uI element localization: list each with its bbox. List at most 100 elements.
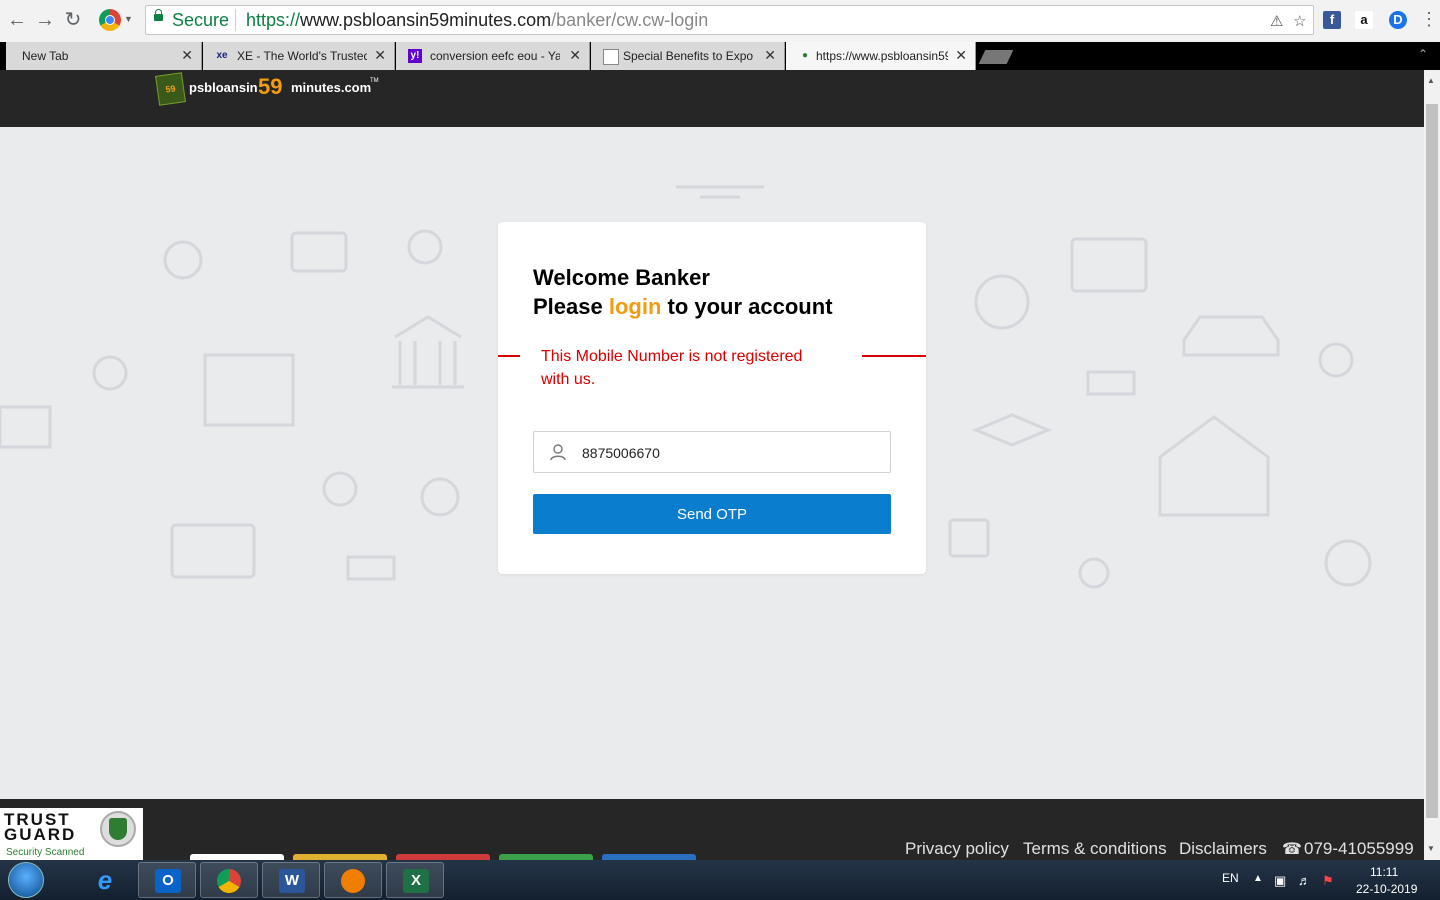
- chart-board-icon: [0, 405, 52, 449]
- monitor-icon: [170, 523, 256, 579]
- taskbar-chrome[interactable]: [200, 862, 258, 898]
- taskbar-excel[interactable]: X: [386, 862, 444, 898]
- tab-title: conversion eefc eou - Yaho: [430, 49, 560, 63]
- taskbar-outlook[interactable]: O: [138, 862, 196, 898]
- send-otp-button[interactable]: Send OTP: [533, 494, 891, 534]
- trust-guard-badge[interactable]: TRUST GUARD Security Scanned: [0, 808, 143, 860]
- terms-link[interactable]: Terms & conditions: [1023, 839, 1167, 859]
- xe-icon: xe: [216, 50, 228, 61]
- subheading-suffix: to your account: [661, 294, 833, 319]
- network-icon[interactable]: ▣: [1274, 873, 1286, 889]
- graduation-cap-icon: [972, 413, 1052, 447]
- windows-taskbar: e O W X EN ▲ ▣ ♬ ⚑ 11:11 22-10-2019: [0, 860, 1440, 900]
- excel-icon: X: [403, 869, 429, 893]
- page-icon: [603, 49, 619, 65]
- chrome-icon[interactable]: [99, 9, 121, 31]
- house-icon: [1158, 415, 1270, 517]
- reload-icon[interactable]: ↻: [62, 9, 84, 31]
- url-path: /banker/cw.cw-login: [551, 10, 709, 30]
- new-tab-button[interactable]: [978, 50, 1014, 64]
- forward-arrow-icon[interactable]: →: [34, 9, 56, 31]
- user-icon: [163, 240, 203, 280]
- privacy-policy-link[interactable]: Privacy policy: [905, 839, 1009, 859]
- shop-icon: [203, 353, 295, 427]
- scroll-thumb[interactable]: [1426, 104, 1438, 818]
- amazon-icon[interactable]: a: [1355, 11, 1373, 29]
- facebook-icon[interactable]: f: [1323, 11, 1341, 29]
- language-indicator[interactable]: EN: [1222, 871, 1239, 885]
- money-bag-icon: [1324, 539, 1372, 587]
- volume-icon[interactable]: ♬: [1298, 873, 1311, 888]
- shield-icon: [100, 811, 136, 847]
- login-card: Welcome Banker Please login to your acco…: [498, 222, 926, 574]
- url-text[interactable]: https://www.psbloansin59minutes.com/bank…: [246, 10, 708, 31]
- taskbar-vlc[interactable]: [324, 862, 382, 898]
- close-icon[interactable]: ✕: [764, 47, 776, 64]
- close-icon[interactable]: ✕: [955, 47, 967, 64]
- welcome-heading: Welcome Banker: [533, 265, 710, 290]
- trust-guard-subtitle: Security Scanned: [6, 847, 85, 858]
- card-icon: [290, 231, 348, 273]
- tab-psbloans[interactable]: ● https://www.psbloansin59m ✕: [786, 42, 976, 70]
- tab-xe[interactable]: xe XE - The World's Trusted C ✕: [203, 42, 395, 70]
- team-icon: [974, 274, 1030, 330]
- tab-title: https://www.psbloansin59m: [816, 49, 948, 63]
- taskbar-ie[interactable]: e: [76, 862, 134, 898]
- tab-strip: New Tab ✕ xe XE - The World's Trusted C …: [0, 42, 1440, 70]
- chevron-down-icon[interactable]: ▼: [124, 14, 133, 24]
- menu-dots-icon[interactable]: ⋮: [1420, 9, 1438, 30]
- browser-toolbar: ← → ↻ ▼ Secure https://www.psbloansin59m…: [0, 0, 1440, 43]
- scroll-down-icon[interactable]: ▼: [1427, 844, 1435, 853]
- phone-icon: ☎: [1282, 841, 1302, 858]
- close-icon[interactable]: ✕: [569, 47, 581, 64]
- clock-time[interactable]: 11:11: [1370, 865, 1398, 879]
- internet-explorer-icon: e: [97, 865, 113, 895]
- bookmark-star-icon[interactable]: ☆: [1293, 12, 1306, 30]
- chevron-up-icon[interactable]: ▲: [1253, 873, 1263, 884]
- outlook-icon: O: [155, 869, 181, 893]
- blocked-popup-icon[interactable]: ⚠: [1270, 12, 1283, 30]
- url-divider: [235, 9, 236, 31]
- clock-date[interactable]: 22-10-2019: [1356, 882, 1417, 896]
- url-host: www.psbloansin59minutes.com: [300, 10, 552, 30]
- phone-number[interactable]: 079-41055999: [1304, 839, 1414, 859]
- chevron-up-icon[interactable]: ⌃: [1418, 47, 1428, 61]
- taskbar-word[interactable]: W: [262, 862, 320, 898]
- tab-yahoo[interactable]: y! conversion eefc eou - Yaho ✕: [396, 42, 590, 70]
- logo-badge[interactable]: 59: [155, 72, 186, 106]
- lock-icon: [154, 9, 163, 21]
- disclaimers-link[interactable]: Disclaimers: [1179, 839, 1267, 859]
- logo-domain[interactable]: minutes.com: [291, 80, 371, 95]
- login-subheading: Please login to your account: [533, 294, 833, 320]
- logo-text[interactable]: psbloansin: [189, 80, 258, 95]
- tab-title: XE - The World's Trusted C: [237, 49, 367, 63]
- banknote-icon: [1086, 370, 1136, 396]
- error-divider-right: [862, 355, 926, 357]
- wings-icon: [676, 185, 764, 199]
- close-icon[interactable]: ✕: [181, 47, 193, 64]
- tab-special-benefits[interactable]: Special Benefits to Export O ✕: [591, 42, 785, 70]
- mobile-number-input[interactable]: [580, 432, 884, 474]
- coin-icon: [1078, 557, 1110, 589]
- psb-icon: ●: [801, 50, 809, 61]
- logo-number[interactable]: 59: [258, 74, 282, 100]
- url-scheme: https://: [246, 10, 301, 30]
- tab-new-tab[interactable]: New Tab ✕: [6, 42, 202, 70]
- tab-title: New Tab: [22, 49, 69, 63]
- windows-start-icon[interactable]: [8, 862, 44, 898]
- scroll-up-icon[interactable]: ▲: [1427, 76, 1435, 85]
- word-icon: W: [279, 869, 305, 893]
- flag-icon[interactable]: ⚑: [1322, 873, 1334, 889]
- extension-d-icon[interactable]: D: [1389, 11, 1407, 29]
- shopping-bag-icon: [948, 518, 990, 558]
- scrollbar[interactable]: ▲ ▼: [1424, 70, 1440, 860]
- car-icon: [1182, 315, 1280, 357]
- money-bag-icon: [420, 477, 460, 517]
- tab-title: Special Benefits to Export O: [623, 49, 753, 63]
- address-bar[interactable]: Secure https://www.psbloansin59minutes.c…: [145, 5, 1314, 35]
- subheading-accent: login: [608, 294, 662, 319]
- close-icon[interactable]: ✕: [374, 47, 386, 64]
- user-icon: [550, 444, 566, 461]
- trust-guard-title: TRUST GUARD: [4, 810, 77, 844]
- back-arrow-icon[interactable]: ←: [6, 9, 28, 31]
